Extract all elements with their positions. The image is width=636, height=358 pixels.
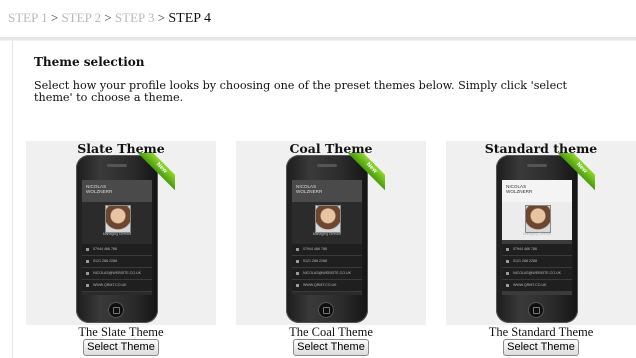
contact-row: 07944 466 786 [292,244,362,256]
contact-icon [506,248,509,251]
theme-caption: The Coal Theme [289,325,373,339]
theme-title: Slate Theme [77,141,165,156]
contact-row: 07944 466 786 [82,244,152,256]
new-ribbon: New [133,153,175,195]
theme-card-standard: Standard theme NICOLAS WOLZNERR Managing D… [446,141,636,358]
contact-icon [506,260,509,263]
theme-title: Standard theme [484,141,598,156]
theme-caption: The Standard Theme [488,325,594,339]
contact-text: 0121 288 2288 [303,259,327,263]
phone-screen: NICOLAS WOLZNERR Managing Director 07944 46… [502,180,572,295]
header-divider [0,37,636,41]
step-2: STEP 2 [61,10,102,25]
contact-row: WWW.QRMT.CO.UK [82,280,152,292]
contact-row: 0121 288 2288 [82,256,152,268]
contact-icon [296,272,299,275]
home-button-icon [108,302,124,318]
theme-title: Coal Theme [289,141,373,156]
profile-photo [525,205,551,233]
contact-text: NICOLAS@WEBSITE.CO.UK [93,271,141,275]
contact-text: 07944 466 786 [93,247,117,251]
profile-subtitle: Managing Director [312,232,342,236]
ribbon-label: New [555,153,595,194]
home-button-icon [528,302,544,318]
phone-speaker [107,164,127,167]
profile-photo [315,205,341,233]
contact-icon [506,272,509,275]
step-4-current: STEP 4 [168,11,212,26]
contact-row: NICOLAS@WEBSITE.CO.UK [502,268,572,280]
select-theme-button[interactable]: Select Theme [503,339,579,356]
profile-subtitle: Managing Director [522,232,552,236]
select-theme-button[interactable]: Select Theme [83,339,159,356]
home-button-icon [318,302,334,318]
profile-subtitle: Managing Director [102,232,132,236]
contact-text: 0121 288 2288 [513,259,537,263]
section-heading: Theme selection [34,55,145,69]
contact-text: 07944 466 786 [303,247,327,251]
contact-text: 07944 466 786 [513,247,537,251]
step-breadcrumb: STEP 1 > STEP 2 > STEP 3 > STEP 4 [8,10,211,27]
theme-card-slate: Slate Theme NICOLAS WOLZNERR Managing Dire… [26,141,216,358]
contact-icon [86,272,89,275]
phone-screen: NICOLAS WOLZNERR Managing Director 07944 46… [82,180,152,295]
theme-caption: The Slate Theme [78,325,164,339]
phone-speaker [317,164,337,167]
contact-text: 0121 288 2288 [93,259,117,263]
new-ribbon: New [343,153,385,195]
contact-text: WWW.QRMT.CO.UK [303,283,337,287]
step-3: STEP 3 [114,10,155,25]
contact-icon [86,284,89,287]
contact-icon [296,248,299,251]
select-theme-button[interactable]: Select Theme [293,339,369,356]
step-separator: > [104,10,112,25]
step-separator: > [50,10,59,25]
step-1: STEP 1 [8,10,48,25]
contact-icon [86,248,89,251]
contact-icon [86,260,89,263]
ribbon-label: New [345,153,385,194]
contact-row: 07944 466 786 [502,244,572,256]
contact-row: WWW.QRMT.CO.UK [502,280,572,292]
contact-row: NICOLAS@WEBSITE.CO.UK [82,268,152,280]
phone-speaker [527,164,547,167]
section-intro: Select how your profile looks by choosin… [34,79,568,104]
profile-photo [105,205,131,233]
content-border [12,40,13,358]
phone-screen: NICOLAS WOLZNERR Managing Director 07944 46… [292,180,362,295]
contact-icon [296,260,299,263]
contact-icon [506,284,509,287]
ribbon-label: New [135,153,175,194]
contact-text: NICOLAS@WEBSITE.CO.UK [513,271,561,275]
contact-row: 0121 288 2288 [502,256,572,268]
contact-text: WWW.QRMT.CO.UK [93,283,127,287]
contact-row: 0121 288 2288 [292,256,362,268]
contact-icon [296,284,299,287]
contact-row: NICOLAS@WEBSITE.CO.UK [292,268,362,280]
new-ribbon: New [553,153,595,195]
theme-card-coal: Coal Theme NICOLAS WOLZNERR Managing Direc… [236,141,426,358]
contact-text: NICOLAS@WEBSITE.CO.UK [303,271,351,275]
step-separator: > [157,10,166,25]
contact-row: WWW.QRMT.CO.UK [292,280,362,292]
contact-text: WWW.QRMT.CO.UK [513,283,547,287]
